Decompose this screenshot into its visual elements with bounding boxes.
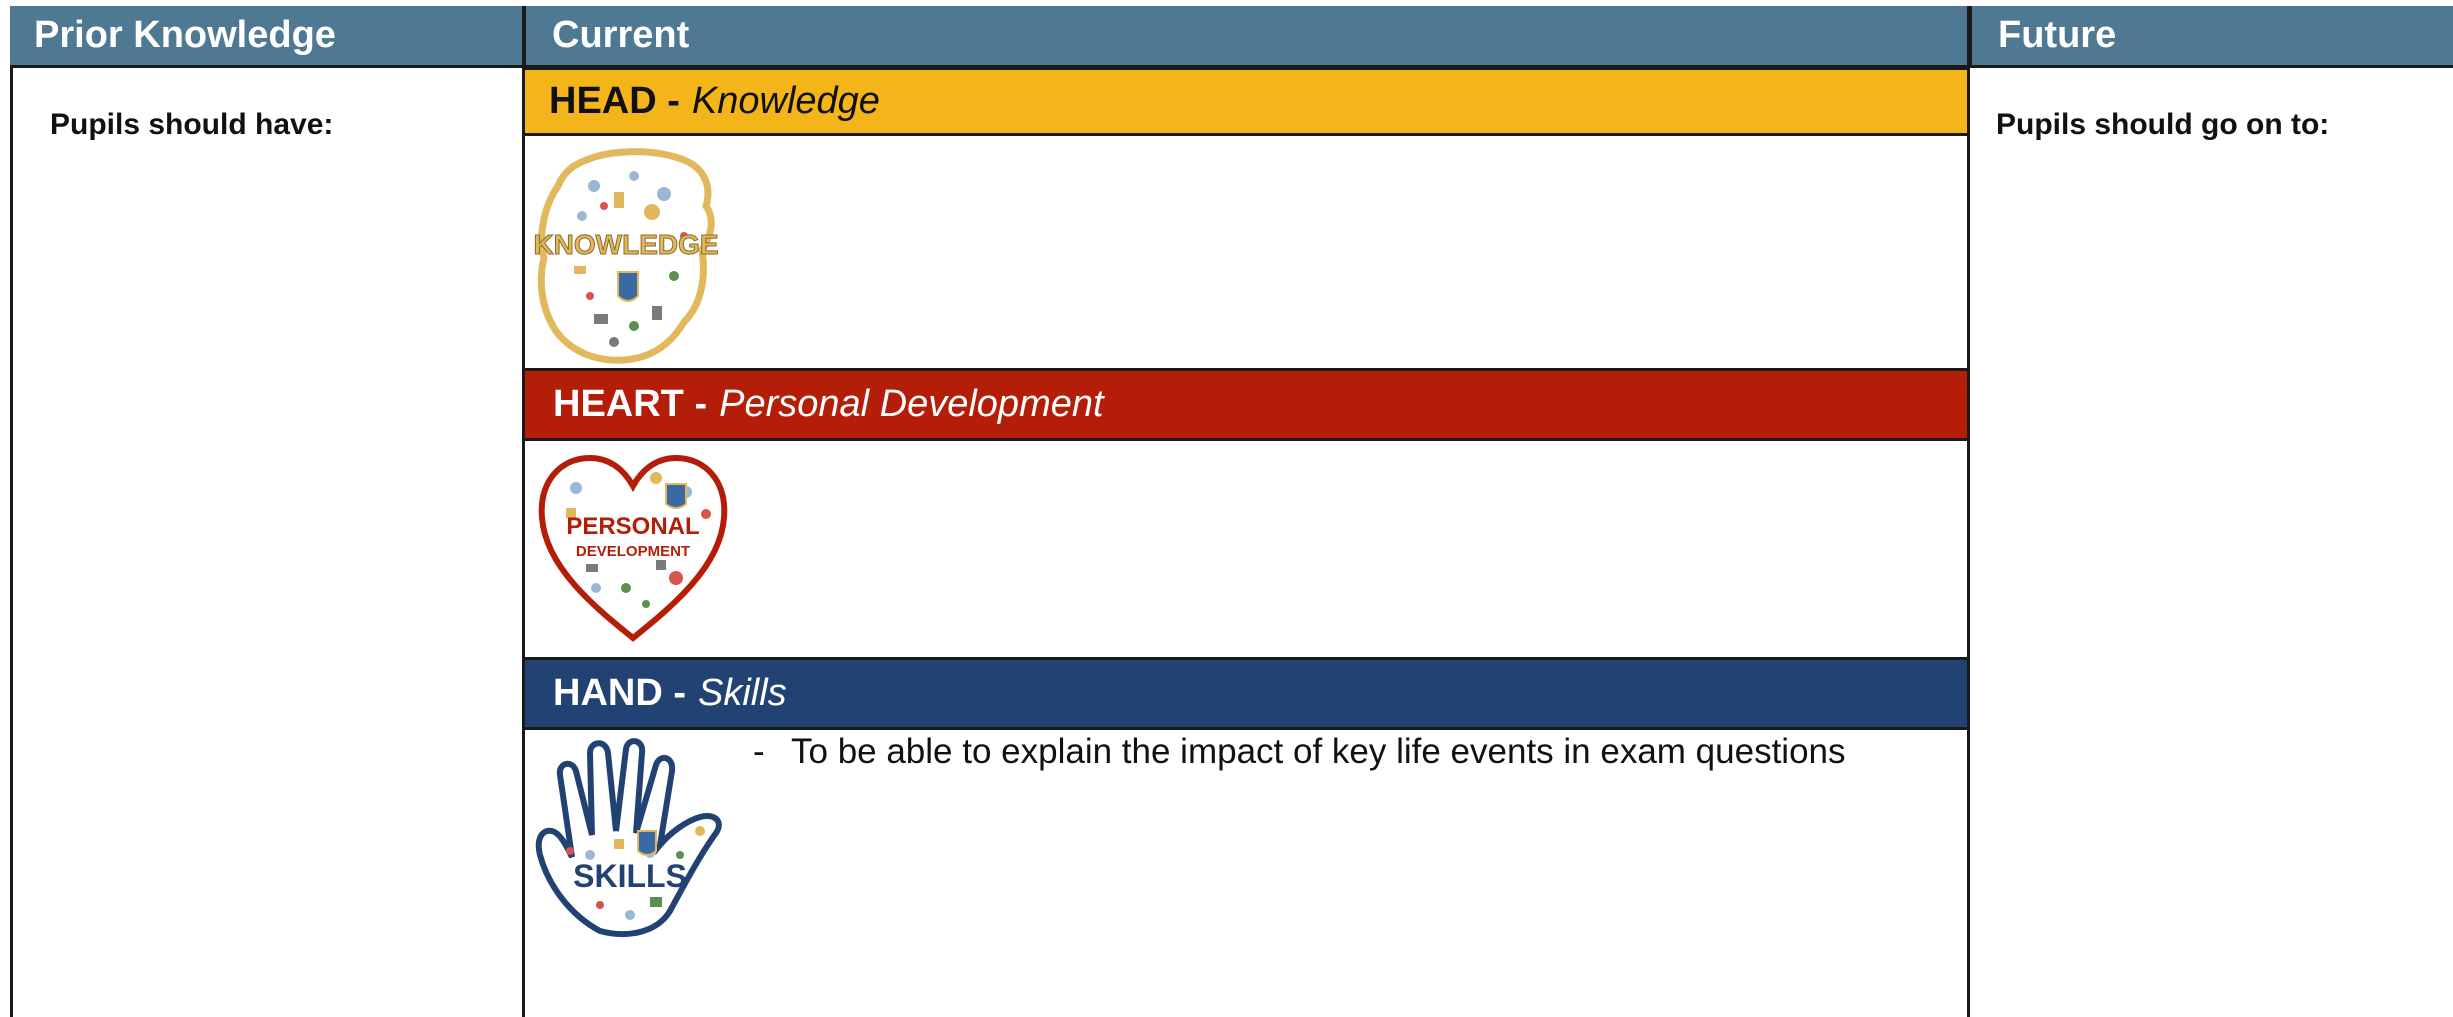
skills-hand-icon: SKILLS [530, 735, 736, 940]
band-title: HEART - [553, 383, 708, 425]
column-divider [1967, 6, 1970, 1017]
icon-lettering: PERSONAL [566, 513, 699, 540]
bullet-dash: - [753, 732, 765, 771]
band-title: HAND - [553, 672, 686, 714]
skills-bullet-item: - To be able to explain the impact of key… [753, 732, 1846, 772]
column-header-label: Current [552, 14, 690, 56]
icon-lettering: SKILLS [573, 858, 687, 894]
icon-lettering: KNOWLEDGE [534, 229, 719, 260]
band-title: HEAD - [549, 80, 680, 122]
knowledge-head-icon: KNOWLEDGE [533, 146, 719, 366]
future-text: Pupils should go on to: [1996, 108, 2330, 141]
head-knowledge-band: HEAD - Knowledge [525, 67, 1967, 136]
column-header-prior-knowledge: Prior Knowledge [10, 6, 523, 68]
personal-development-heart-icon: PERSONAL DEVELOPMENT [536, 448, 730, 648]
column-header-current: Current [523, 6, 1969, 68]
bullet-text: To be able to explain the impact of key … [791, 732, 1846, 771]
band-subtitle: Knowledge [691, 80, 880, 122]
column-header-label: Prior Knowledge [34, 14, 336, 56]
heart-personal-development-band: HEART - Personal Development [525, 368, 1967, 441]
band-subtitle: Skills [697, 672, 787, 714]
prior-knowledge-text: Pupils should have: [50, 108, 334, 141]
table-frame [10, 6, 2453, 1017]
icon-lettering: DEVELOPMENT [576, 543, 690, 560]
column-header-future: Future [1969, 6, 2453, 68]
hand-skills-band: HAND - Skills [525, 657, 1967, 730]
column-header-label: Future [1998, 14, 2117, 56]
band-subtitle: Personal Development [719, 383, 1104, 425]
column-divider [522, 6, 525, 1017]
